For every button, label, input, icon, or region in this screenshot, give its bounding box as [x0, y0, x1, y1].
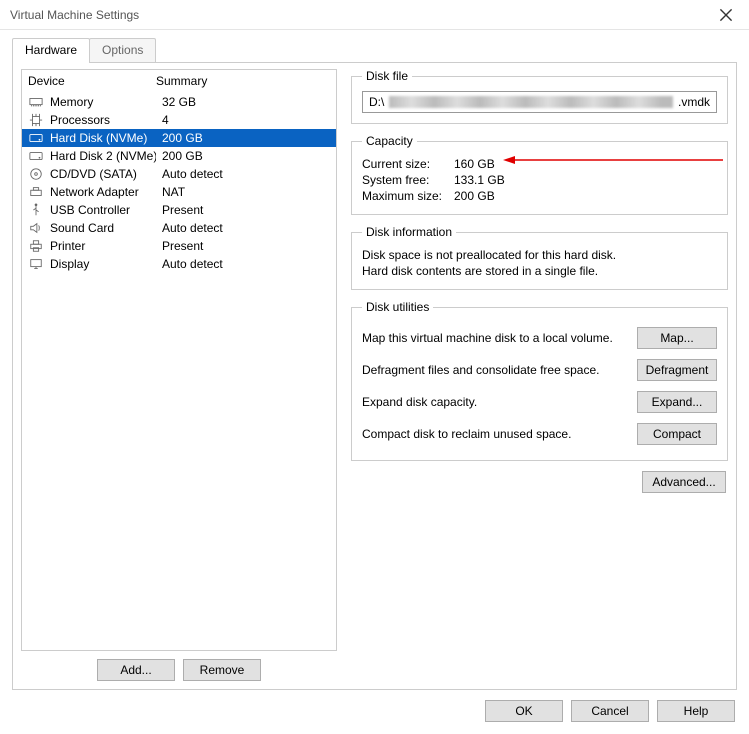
- diskinfo-legend: Disk information: [362, 225, 456, 239]
- titlebar: Virtual Machine Settings: [0, 0, 749, 30]
- capacity-group: Capacity Current size: 160 GB System free…: [351, 134, 728, 215]
- device-summary: 200 GB: [162, 131, 330, 145]
- capacity-legend: Capacity: [362, 134, 417, 148]
- device-row[interactable]: Sound Card Auto detect: [22, 219, 336, 237]
- utilities-legend: Disk utilities: [362, 300, 433, 314]
- column-device[interactable]: Device: [28, 74, 156, 88]
- map-button[interactable]: Map...: [637, 327, 717, 349]
- compact-button[interactable]: Compact: [637, 423, 717, 445]
- device-summary: 4: [162, 113, 330, 127]
- sound-icon: [28, 220, 44, 236]
- device-summary: Present: [162, 203, 330, 217]
- device-name: CD/DVD (SATA): [50, 167, 156, 181]
- cpu-icon: [28, 112, 44, 128]
- right-pane: Disk file D:\ .vmdk Capacity Current siz…: [351, 69, 728, 681]
- device-list-header: Device Summary: [22, 70, 336, 93]
- diskfile-suffix: .vmdk: [678, 95, 710, 109]
- diskfile-input[interactable]: D:\ .vmdk: [362, 91, 717, 113]
- device-summary: Auto detect: [162, 167, 330, 181]
- maximum-size-label: Maximum size:: [362, 189, 448, 203]
- dialog-buttons: OK Cancel Help: [0, 690, 749, 734]
- ok-button[interactable]: OK: [485, 700, 563, 722]
- device-row[interactable]: Hard Disk (NVMe) 200 GB: [22, 129, 336, 147]
- device-row[interactable]: USB Controller Present: [22, 201, 336, 219]
- usb-icon: [28, 202, 44, 218]
- device-name: Printer: [50, 239, 156, 253]
- close-button[interactable]: [703, 0, 749, 30]
- device-name: Display: [50, 257, 156, 271]
- current-size-value: 160 GB: [454, 157, 495, 171]
- device-name: Hard Disk (NVMe): [50, 131, 156, 145]
- compact-text: Compact disk to reclaim unused space.: [362, 427, 571, 441]
- window-title: Virtual Machine Settings: [10, 8, 139, 22]
- expand-text: Expand disk capacity.: [362, 395, 477, 409]
- device-row[interactable]: Printer Present: [22, 237, 336, 255]
- device-name: Processors: [50, 113, 156, 127]
- network-icon: [28, 184, 44, 200]
- device-name: Network Adapter: [50, 185, 156, 199]
- map-text: Map this virtual machine disk to a local…: [362, 331, 613, 345]
- diskfile-redacted: [389, 96, 673, 108]
- disk-icon: [28, 148, 44, 164]
- expand-button[interactable]: Expand...: [637, 391, 717, 413]
- advanced-button[interactable]: Advanced...: [642, 471, 726, 493]
- diskinfo-line2: Hard disk contents are stored in a singl…: [362, 263, 717, 279]
- remove-button[interactable]: Remove: [183, 659, 261, 681]
- device-row[interactable]: Processors 4: [22, 111, 336, 129]
- current-size-label: Current size:: [362, 157, 448, 171]
- diskinfo-line1: Disk space is not preallocated for this …: [362, 247, 717, 263]
- defragment-button[interactable]: Defragment: [637, 359, 717, 381]
- printer-icon: [28, 238, 44, 254]
- diskfile-group: Disk file D:\ .vmdk: [351, 69, 728, 124]
- column-summary[interactable]: Summary: [156, 74, 330, 88]
- system-free-label: System free:: [362, 173, 448, 187]
- device-summary: Auto detect: [162, 221, 330, 235]
- maximum-size-value: 200 GB: [454, 189, 495, 203]
- device-row[interactable]: CD/DVD (SATA) Auto detect: [22, 165, 336, 183]
- device-row[interactable]: Network Adapter NAT: [22, 183, 336, 201]
- device-row[interactable]: Display Auto detect: [22, 255, 336, 273]
- device-summary: Present: [162, 239, 330, 253]
- memory-icon: [28, 94, 44, 110]
- display-icon: [28, 256, 44, 272]
- diskfile-prefix: D:\: [369, 95, 384, 109]
- add-button[interactable]: Add...: [97, 659, 175, 681]
- help-button[interactable]: Help: [657, 700, 735, 722]
- device-summary: NAT: [162, 185, 330, 199]
- diskinfo-group: Disk information Disk space is not preal…: [351, 225, 728, 290]
- device-name: Memory: [50, 95, 156, 109]
- tabstrip: Hardware Options: [0, 30, 749, 62]
- device-row[interactable]: Hard Disk 2 (NVMe) 200 GB: [22, 147, 336, 165]
- advanced-wrap: Advanced...: [351, 471, 728, 493]
- tab-options[interactable]: Options: [89, 38, 156, 62]
- device-summary: 32 GB: [162, 95, 330, 109]
- device-name: Sound Card: [50, 221, 156, 235]
- left-pane: Device Summary Memory 32 GB Processors 4 Har…: [21, 69, 337, 681]
- device-name: Hard Disk 2 (NVMe): [50, 149, 156, 163]
- left-buttons: Add... Remove: [21, 651, 337, 681]
- cancel-button[interactable]: Cancel: [571, 700, 649, 722]
- disk-icon: [28, 130, 44, 146]
- device-name: USB Controller: [50, 203, 156, 217]
- device-summary: Auto detect: [162, 257, 330, 271]
- cd-icon: [28, 166, 44, 182]
- defragment-text: Defragment files and consolidate free sp…: [362, 363, 599, 377]
- device-list[interactable]: Device Summary Memory 32 GB Processors 4 Har…: [21, 69, 337, 651]
- diskfile-legend: Disk file: [362, 69, 412, 83]
- system-free-value: 133.1 GB: [454, 173, 505, 187]
- tab-hardware[interactable]: Hardware: [12, 38, 90, 63]
- close-icon: [719, 8, 733, 22]
- device-summary: 200 GB: [162, 149, 330, 163]
- tab-panel: Device Summary Memory 32 GB Processors 4 Har…: [12, 62, 737, 690]
- utilities-group: Disk utilities Map this virtual machine …: [351, 300, 728, 461]
- device-row[interactable]: Memory 32 GB: [22, 93, 336, 111]
